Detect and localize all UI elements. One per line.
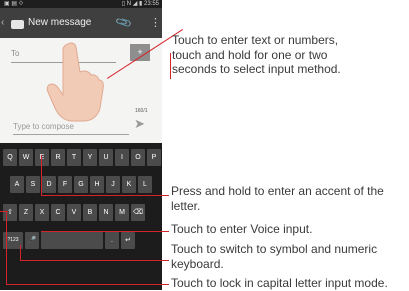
recipient-placeholder: To: [11, 49, 20, 58]
microphone-key[interactable]: 🎤: [25, 232, 39, 249]
key-b[interactable]: B: [83, 204, 97, 221]
key-x[interactable]: X: [35, 204, 49, 221]
key-u[interactable]: U: [99, 149, 113, 166]
callout-line-symbol-horizontal: [20, 260, 169, 262]
callout-line-accent-vertical: [41, 155, 43, 196]
compose-field[interactable]: Type to compose: [13, 120, 129, 135]
phone-screenshot: ▣ ▤ ⟐ ▯ N ◢ ▮ 23:55 ‹ New message 📎 ⋮ To…: [0, 0, 162, 290]
key-g[interactable]: G: [74, 176, 88, 193]
message-icon: [11, 20, 24, 29]
key-j[interactable]: J: [106, 176, 120, 193]
overflow-menu-icon[interactable]: ⋮: [150, 16, 161, 29]
callout-line-accent-horizontal: [41, 195, 169, 197]
enter-key[interactable]: ↵: [121, 232, 135, 249]
status-icons-right: ▯ N ◢ ▮ 23:55: [121, 1, 159, 7]
key-r[interactable]: R: [51, 149, 65, 166]
key-z[interactable]: Z: [19, 204, 33, 221]
send-icon[interactable]: ➤: [134, 116, 145, 132]
key-d[interactable]: D: [42, 176, 56, 193]
action-bar: ‹ New message 📎 ⋮: [0, 8, 162, 38]
callout-voice: Touch to enter Voice input.: [171, 222, 313, 236]
keyboard-row-1: Q W E R T Y U I O P: [3, 149, 161, 166]
key-s[interactable]: S: [26, 176, 40, 193]
key-c[interactable]: C: [51, 204, 65, 221]
character-counter: 160/1: [135, 108, 148, 114]
key-n[interactable]: N: [99, 204, 113, 221]
callout-line-caps-horizontal: [6, 284, 169, 286]
key-i[interactable]: I: [115, 149, 129, 166]
callout-accent: Press and hold to enter an accent of the…: [171, 184, 384, 213]
key-v[interactable]: V: [67, 204, 81, 221]
status-bar: ▣ ▤ ⟐ ▯ N ◢ ▮ 23:55: [0, 0, 162, 8]
key-w[interactable]: W: [19, 149, 33, 166]
screen-title: New message: [28, 17, 92, 28]
key-p[interactable]: P: [147, 149, 161, 166]
key-m[interactable]: M: [115, 204, 129, 221]
key-t[interactable]: T: [67, 149, 81, 166]
key-l[interactable]: L: [138, 176, 152, 193]
period-key[interactable]: .: [105, 232, 119, 249]
callout-symbol: Touch to switch to symbol and numeric ke…: [171, 242, 378, 271]
key-k[interactable]: K: [122, 176, 136, 193]
space-key[interactable]: [41, 232, 103, 249]
attach-icon[interactable]: 📎: [115, 13, 133, 31]
keyboard-row-2: A S D F G H J K L: [10, 176, 152, 193]
callout-line-voice: [41, 231, 169, 233]
status-icons-left: ▣ ▤ ⟐: [4, 1, 24, 7]
pointing-hand-illustration: [46, 42, 104, 122]
back-icon[interactable]: ‹: [1, 17, 4, 28]
keyboard-row-4: ?123 🎤 . ↵: [3, 232, 135, 249]
backspace-key[interactable]: ⌫: [131, 204, 145, 221]
key-a[interactable]: A: [10, 176, 24, 193]
key-o[interactable]: O: [131, 149, 145, 166]
callout-line-symbol-vertical: [20, 245, 22, 260]
callout-caps: Touch to lock in capital letter input mo…: [171, 276, 388, 290]
key-q[interactable]: Q: [3, 149, 17, 166]
key-y[interactable]: Y: [83, 149, 97, 166]
key-h[interactable]: H: [90, 176, 104, 193]
callout-line-caps-vertical: [6, 211, 8, 285]
keyboard-row-3: ⇧ Z X C V B N M ⌫: [3, 204, 145, 221]
key-f[interactable]: F: [58, 176, 72, 193]
compose-placeholder: Type to compose: [13, 122, 74, 131]
on-screen-keyboard: Q W E R T Y U I O P A S D F G H J K L ⇧ …: [0, 143, 162, 290]
callout-text-input: Touch to enter text or numbers, touch an…: [172, 33, 341, 76]
